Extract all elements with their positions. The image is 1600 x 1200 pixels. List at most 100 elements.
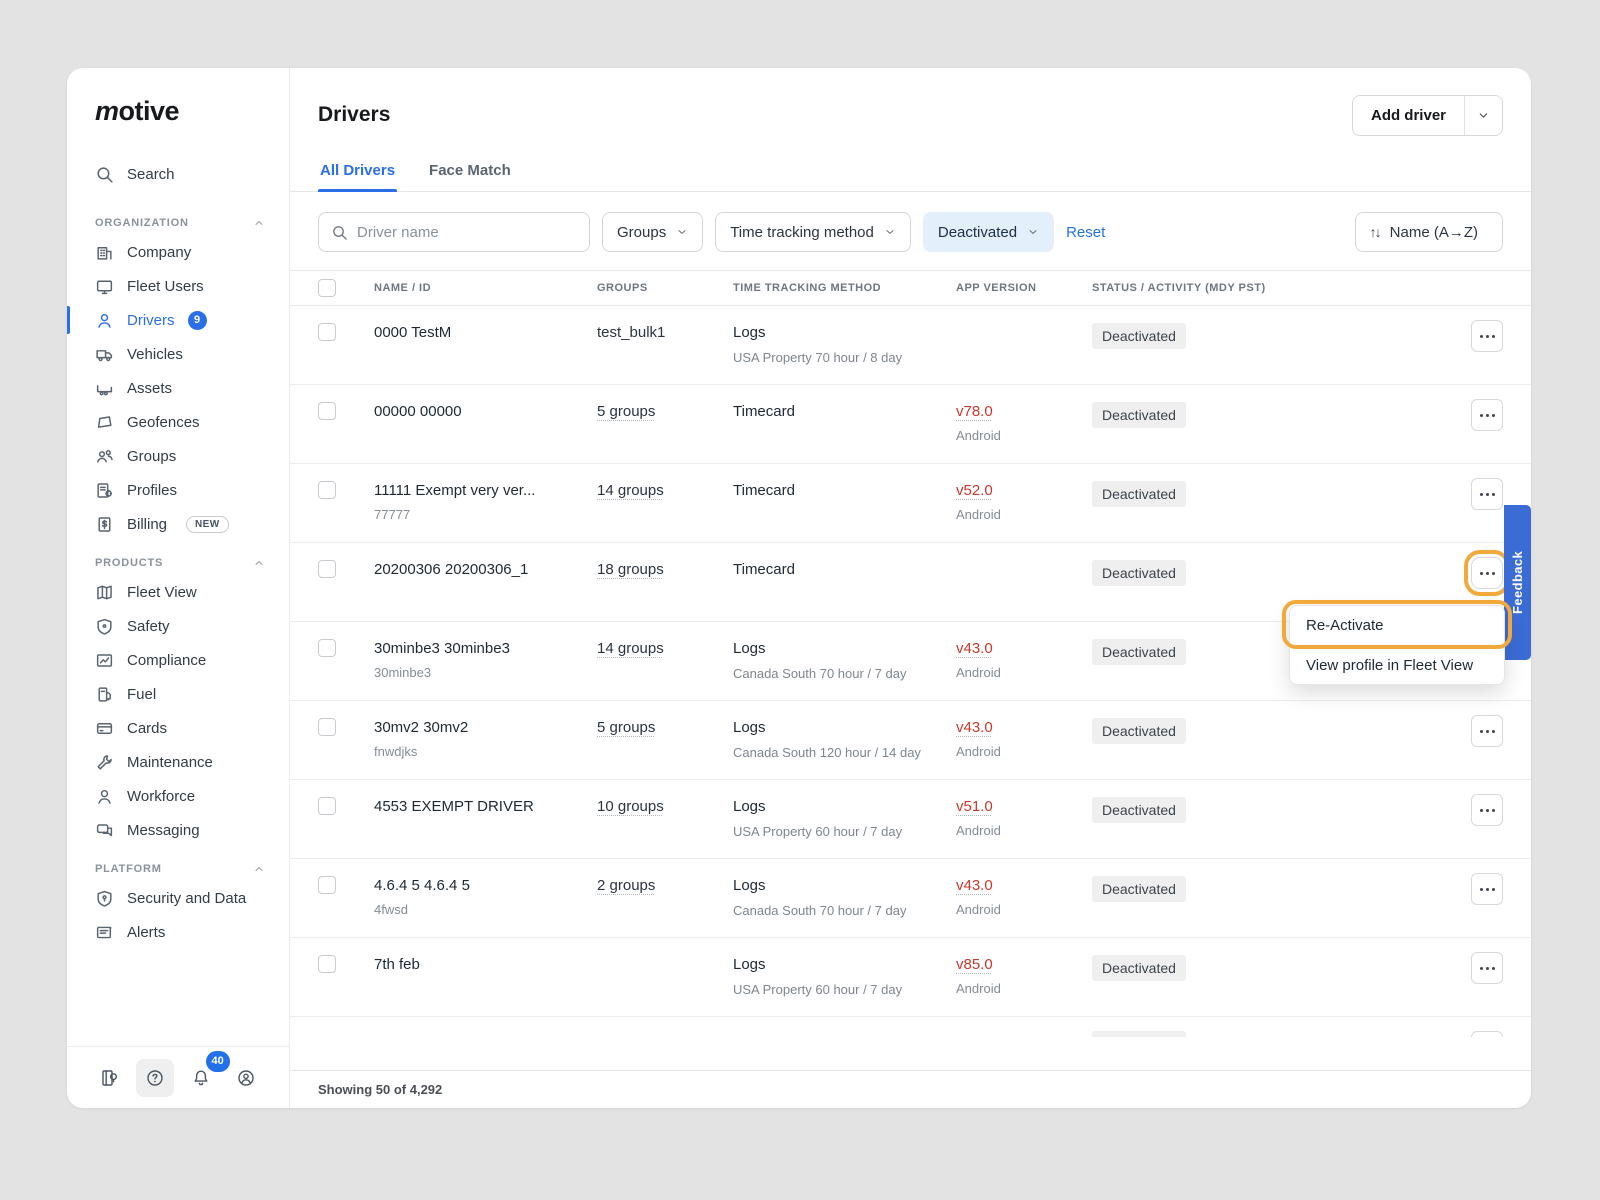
sidebar-item-company[interactable]: Company xyxy=(67,235,289,269)
driver-name: 20200306 20200306_1 xyxy=(374,560,597,580)
groups-link[interactable]: 14 groups xyxy=(597,640,664,657)
sidebar-section-header-platform[interactable]: PLATFORM xyxy=(95,863,265,875)
app-version-link[interactable]: v43.0 xyxy=(956,719,993,736)
help-button[interactable] xyxy=(136,1059,174,1097)
chevron-up-icon xyxy=(253,863,265,875)
sidebar-item-drivers[interactable]: Drivers9 xyxy=(67,303,289,337)
row-actions-button[interactable] xyxy=(1471,715,1503,747)
app-version-link[interactable]: v78.0 xyxy=(956,403,993,420)
chevron-up-icon xyxy=(253,217,265,229)
row-checkbox[interactable] xyxy=(318,481,336,499)
driver-name: 30mv2 30mv2 xyxy=(374,718,597,738)
sidebar-item-geofences[interactable]: Geofences xyxy=(67,405,289,439)
groups-link[interactable]: 2 groups xyxy=(597,877,655,894)
sidebar-item-label: Maintenance xyxy=(127,754,213,771)
row-actions-button[interactable] xyxy=(1471,1031,1503,1037)
row-checkbox[interactable] xyxy=(318,560,336,578)
sidebar-search-label: Search xyxy=(127,166,175,183)
sidebar-item-security-and-data[interactable]: Security and Data xyxy=(67,881,289,915)
building-icon xyxy=(95,243,114,262)
status-cell: Deactivated xyxy=(1092,955,1443,981)
sidebar-section-header-organization[interactable]: ORGANIZATION xyxy=(95,217,265,229)
sidebar-item-vehicles[interactable]: Vehicles xyxy=(67,337,289,371)
row-checkbox[interactable] xyxy=(318,718,336,736)
sidebar-item-fleet-users[interactable]: Fleet Users xyxy=(67,269,289,303)
account-icon xyxy=(236,1068,256,1088)
sidebar-item-alerts[interactable]: Alerts xyxy=(67,915,289,949)
wrench-icon xyxy=(95,753,114,772)
app-version-cell: v51.0Android xyxy=(956,797,1092,840)
row-checkbox[interactable] xyxy=(318,639,336,657)
tab-all-drivers[interactable]: All Drivers xyxy=(318,152,397,191)
groups-link[interactable]: 14 groups xyxy=(597,482,664,499)
feedback-tab[interactable]: Feedback xyxy=(1504,505,1531,660)
add-driver-caret-button[interactable] xyxy=(1464,96,1502,135)
groups-link[interactable]: 5 groups xyxy=(597,403,655,420)
sidebar-item-maintenance[interactable]: Maintenance xyxy=(67,745,289,779)
app-version-link[interactable]: v85.0 xyxy=(956,956,993,973)
sidebar-item-compliance[interactable]: Compliance xyxy=(67,643,289,677)
sort-dropdown[interactable]: ↑↓ Name (A→Z) xyxy=(1355,212,1503,252)
menu-item-re-activate[interactable]: Re-Activate xyxy=(1290,606,1504,645)
account-button[interactable] xyxy=(227,1059,265,1097)
sidebar-item-cards[interactable]: Cards xyxy=(67,711,289,745)
app-version-link[interactable]: v43.0 xyxy=(956,877,993,894)
time-tracking-method: Logs xyxy=(733,955,956,975)
row-checkbox[interactable] xyxy=(318,323,336,341)
sidebar-section-header-products[interactable]: PRODUCTS xyxy=(95,557,265,569)
sidebar-item-groups[interactable]: Groups xyxy=(67,439,289,473)
groups-filter-dropdown[interactable]: Groups xyxy=(602,212,703,252)
name-cell: 4553 EXEMPT DRIVER xyxy=(374,797,597,817)
sidebar-item-fleet-view[interactable]: Fleet View xyxy=(67,575,289,609)
app-version-link[interactable]: v43.0 xyxy=(956,640,993,657)
tab-face-match[interactable]: Face Match xyxy=(427,152,513,191)
driver-id: 4fwsd xyxy=(374,901,597,919)
sidebar-item-messaging[interactable]: Messaging xyxy=(67,813,289,847)
add-driver-button[interactable]: Add driver xyxy=(1353,96,1464,135)
logbook-button[interactable] xyxy=(91,1059,129,1097)
sidebar-item-safety[interactable]: Safety xyxy=(67,609,289,643)
table-row: 7th febLogsUSA Property 60 hour / 7 dayv… xyxy=(290,938,1531,1017)
sidebar-item-label: Groups xyxy=(127,448,176,465)
row-checkbox[interactable] xyxy=(318,876,336,894)
groups-link[interactable]: 5 groups xyxy=(597,719,655,736)
table-row: 30mv2 30mv2fnwdjks5 groupsLogsCanada Sou… xyxy=(290,701,1531,780)
sidebar-item-billing[interactable]: BillingNEW xyxy=(67,507,289,541)
time-tracking-filter-dropdown[interactable]: Time tracking method xyxy=(715,212,911,252)
status-badge: Deactivated xyxy=(1092,797,1186,823)
sidebar-item-fuel[interactable]: Fuel xyxy=(67,677,289,711)
name-cell: 30mv2 30mv2fnwdjks xyxy=(374,718,597,761)
bell-button[interactable]: 40 xyxy=(182,1059,220,1097)
reset-filters-link[interactable]: Reset xyxy=(1066,224,1105,241)
select-all-checkbox[interactable] xyxy=(318,279,336,297)
row-actions-button[interactable] xyxy=(1471,952,1503,984)
driver-name-input[interactable] xyxy=(357,224,577,241)
name-cell: 00000 00000 xyxy=(374,402,597,422)
status-filter-dropdown[interactable]: Deactivated xyxy=(923,212,1054,252)
sidebar-item-profiles[interactable]: Profiles xyxy=(67,473,289,507)
groups-link[interactable]: 18 groups xyxy=(597,561,664,578)
app-version-link[interactable]: v51.0 xyxy=(956,798,993,815)
row-actions-button[interactable] xyxy=(1471,557,1503,589)
sidebar: motive Search ORGANIZATIONCompanyFleet U… xyxy=(67,68,290,1108)
time-tracking-ruleset: USA Property 60 hour / 7 day xyxy=(733,823,956,841)
row-checkbox[interactable] xyxy=(318,402,336,420)
sidebar-search[interactable]: Search xyxy=(67,155,289,193)
row-actions-button[interactable] xyxy=(1471,399,1503,431)
sidebar-item-assets[interactable]: Assets xyxy=(67,371,289,405)
row-actions-button[interactable] xyxy=(1471,873,1503,905)
app-version-link[interactable]: v52.0 xyxy=(956,482,993,499)
row-checkbox[interactable] xyxy=(318,955,336,973)
status-badge: Deactivated xyxy=(1092,639,1186,665)
menu-item-view-profile-in-fleet-view[interactable]: View profile in Fleet View xyxy=(1290,645,1504,684)
row-actions-button[interactable] xyxy=(1471,794,1503,826)
sidebar-item-label: Messaging xyxy=(127,822,200,839)
groups-link[interactable]: 10 groups xyxy=(597,798,664,815)
row-checkbox[interactable] xyxy=(318,797,336,815)
sidebar-footer: 40 xyxy=(67,1046,289,1108)
sidebar-item-workforce[interactable]: Workforce xyxy=(67,779,289,813)
checkbox-cell xyxy=(318,402,374,420)
name-cell: 4.6.4 5 4.6.4 54fwsd xyxy=(374,876,597,919)
row-actions-button[interactable] xyxy=(1471,478,1503,510)
row-actions-button[interactable] xyxy=(1471,320,1503,352)
